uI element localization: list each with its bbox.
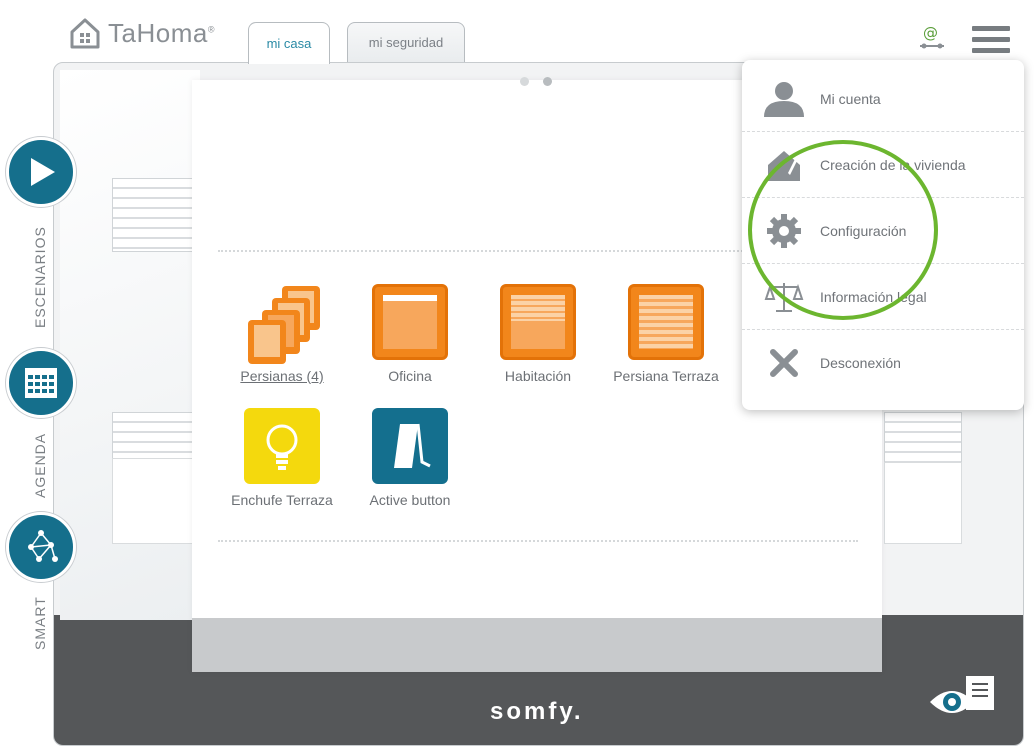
device-habitacion[interactable]: Habitación xyxy=(478,284,598,384)
blinds-group-icon xyxy=(244,284,320,364)
side-label-escenarios: ESCENARIOS xyxy=(32,226,48,328)
device-label[interactable]: Persianas (4) xyxy=(222,368,342,384)
at-sign-icon[interactable]: @ xyxy=(917,22,947,52)
blind-icon xyxy=(372,284,448,360)
shutter-icon xyxy=(500,284,576,360)
device-persiana-terraza[interactable]: Persiana Terraza xyxy=(606,284,726,384)
device-label: Persiana Terraza xyxy=(613,368,719,384)
slatted-blind-icon xyxy=(628,284,704,360)
menu-item-desconexion[interactable]: Desconexión xyxy=(742,330,1024,396)
device-persianas-group[interactable]: Persianas (4) xyxy=(222,284,342,384)
wall-panel-right xyxy=(884,462,962,544)
play-icon xyxy=(31,158,55,186)
device-enchufe-terraza[interactable]: Enchufe Terraza xyxy=(222,408,342,508)
somfy-logo: somfy. xyxy=(490,698,584,725)
svg-text:@: @ xyxy=(923,24,938,42)
device-label: Habitación xyxy=(504,368,572,384)
device-oficina[interactable]: Oficina xyxy=(350,284,470,384)
device-active-button[interactable]: Active button xyxy=(350,408,470,508)
side-label-smart: SMART xyxy=(32,596,48,650)
window-shutter-left-bottom xyxy=(112,412,194,460)
wall-switch-icon xyxy=(372,408,448,484)
agenda-button[interactable] xyxy=(6,348,76,418)
page-dot-active[interactable] xyxy=(543,77,552,86)
hamburger-menu-icon[interactable] xyxy=(972,26,1010,56)
eye-view-icon[interactable] xyxy=(928,676,998,720)
room-panel-footer xyxy=(192,618,882,672)
device-label: Oficina xyxy=(388,368,432,384)
window-shutter-left-top xyxy=(112,178,194,252)
side-label-agenda: AGENDA xyxy=(32,432,48,498)
window-shutter-right xyxy=(884,412,962,464)
wall-panel-left xyxy=(112,458,194,544)
close-icon xyxy=(762,343,806,383)
tab-mi-seguridad[interactable]: mi seguridad xyxy=(347,22,465,62)
lightbulb-icon xyxy=(244,408,320,484)
tahoma-logo: TaHoma® xyxy=(68,16,215,50)
scenarios-button[interactable] xyxy=(6,137,76,207)
device-label: Active button xyxy=(369,492,451,508)
tab-mi-casa[interactable]: mi casa xyxy=(248,22,330,64)
page-dot[interactable] xyxy=(520,77,529,86)
house-logo-icon xyxy=(70,18,100,49)
network-icon xyxy=(28,530,58,562)
smart-button[interactable] xyxy=(6,512,76,582)
highlight-circle xyxy=(748,140,938,320)
calendar-icon xyxy=(25,368,57,398)
menu-item-mi-cuenta[interactable]: Mi cuenta xyxy=(742,66,1024,132)
device-label: Enchufe Terraza xyxy=(231,492,333,508)
menu-label: Mi cuenta xyxy=(820,90,881,107)
divider xyxy=(218,540,858,542)
menu-label: Desconexión xyxy=(820,355,901,371)
user-icon xyxy=(762,79,806,119)
page-indicator xyxy=(520,77,552,86)
app-title: TaHoma® xyxy=(108,17,215,48)
